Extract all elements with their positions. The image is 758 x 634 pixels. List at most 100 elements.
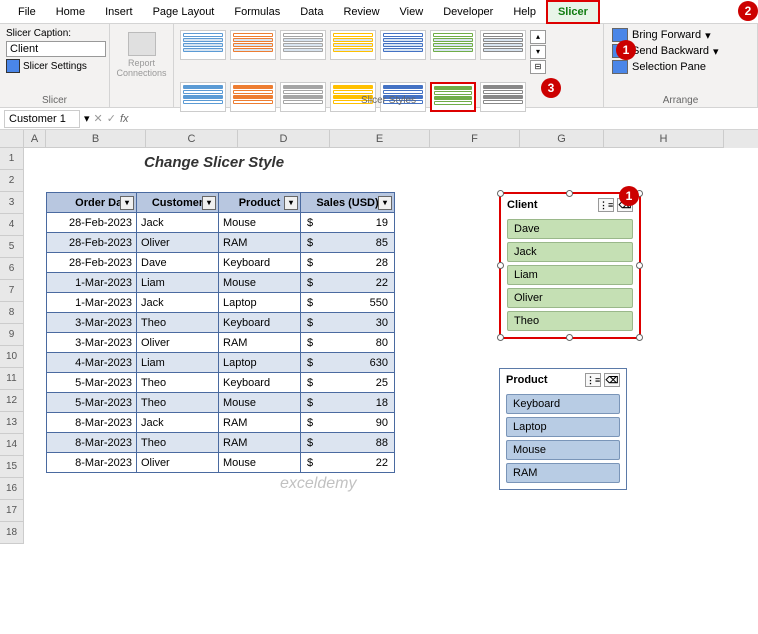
column-header[interactable]: B xyxy=(46,130,146,148)
slicer-style-thumb[interactable] xyxy=(280,30,326,60)
column-header[interactable]: A xyxy=(24,130,46,148)
row-header[interactable]: 17 xyxy=(0,500,24,522)
row-header[interactable]: 13 xyxy=(0,412,24,434)
style-nav-button[interactable]: ⊟ xyxy=(530,60,546,74)
tab-developer[interactable]: Developer xyxy=(433,2,503,22)
tab-view[interactable]: View xyxy=(390,2,434,22)
row-header[interactable]: 1 xyxy=(0,148,24,170)
slicer-style-thumb[interactable] xyxy=(430,30,476,60)
slicer-item[interactable]: Oliver xyxy=(507,288,633,308)
multiselect-icon[interactable]: ⋮≡ xyxy=(598,198,614,212)
formula-input[interactable] xyxy=(133,113,754,125)
row-header[interactable]: 3 xyxy=(0,192,24,214)
row-header[interactable]: 12 xyxy=(0,390,24,412)
slicer-style-thumb[interactable] xyxy=(480,30,526,60)
tab-insert[interactable]: Insert xyxy=(95,2,143,22)
table-row[interactable]: 1-Mar-2023LiamMouse$22 xyxy=(47,273,395,293)
tab-slicer[interactable]: Slicer xyxy=(546,0,600,24)
style-nav-button[interactable]: ▾ xyxy=(530,45,546,59)
selection-pane-button[interactable]: Selection Pane xyxy=(612,60,751,74)
selection-pane-label: Selection Pane xyxy=(632,61,706,73)
bring-forward-button[interactable]: Bring Forward ▾ xyxy=(612,28,751,42)
tab-formulas[interactable]: Formulas xyxy=(224,2,290,22)
dropdown-icon: ▾ xyxy=(713,45,719,58)
slicer-style-thumb[interactable] xyxy=(180,30,226,60)
slicer-settings-label: Slicer Settings xyxy=(23,61,87,72)
slicer-style-thumb[interactable] xyxy=(330,30,376,60)
table-row[interactable]: 8-Mar-2023TheoRAM$88 xyxy=(47,433,395,453)
row-header[interactable]: 10 xyxy=(0,346,24,368)
table-row[interactable]: 3-Mar-2023TheoKeyboard$30 xyxy=(47,313,395,333)
cancel-icon[interactable]: ✕ xyxy=(94,112,103,125)
style-nav-button[interactable]: ▴ xyxy=(530,30,546,44)
slicer-settings-button[interactable]: Slicer Settings xyxy=(6,59,103,73)
slicer-product[interactable]: Product ⋮≡ ⌫ Keyboard Laptop Mouse RAM xyxy=(499,368,627,490)
tab-file[interactable]: File xyxy=(8,2,46,22)
slicer-caption-input[interactable] xyxy=(6,41,106,57)
table-row[interactable]: 3-Mar-2023OliverRAM$80 xyxy=(47,333,395,353)
column-headers: ABCDEFGH xyxy=(0,130,758,148)
slicer-item[interactable]: Laptop xyxy=(506,417,620,437)
slicer-item[interactable]: Liam xyxy=(507,265,633,285)
slicer-client[interactable]: Client ⋮≡ ⌫ DaveJackLiamOliverTheo xyxy=(499,192,641,339)
column-header[interactable]: C xyxy=(146,130,238,148)
slicer-item[interactable]: RAM xyxy=(506,463,620,483)
fx-icon[interactable]: fx xyxy=(120,113,129,125)
row-header[interactable]: 9 xyxy=(0,324,24,346)
table-row[interactable]: 1-Mar-2023JackLaptop$550 xyxy=(47,293,395,313)
select-all-button[interactable] xyxy=(0,130,24,148)
tab-data[interactable]: Data xyxy=(290,2,333,22)
filter-dropdown-icon[interactable]: ▾ xyxy=(120,196,134,210)
slicer-item[interactable]: Mouse xyxy=(506,440,620,460)
table-row[interactable]: 5-Mar-2023TheoMouse$18 xyxy=(47,393,395,413)
row-header[interactable]: 8 xyxy=(0,302,24,324)
column-header[interactable]: E xyxy=(330,130,430,148)
row-header[interactable]: 11 xyxy=(0,368,24,390)
arrange-group: Bring Forward ▾ Send Backward ▾ Selectio… xyxy=(604,24,758,107)
check-icon[interactable]: ✓ xyxy=(107,112,116,125)
row-header[interactable]: 6 xyxy=(0,258,24,280)
table-row[interactable]: 8-Mar-2023OliverMouse$22 xyxy=(47,453,395,473)
badge-1: 1 xyxy=(616,40,636,60)
filter-dropdown-icon[interactable]: ▾ xyxy=(284,196,298,210)
slicer-style-thumb[interactable] xyxy=(230,30,276,60)
row-header[interactable]: 15 xyxy=(0,456,24,478)
slicer-style-thumb[interactable] xyxy=(380,30,426,60)
slicer-product-items: Keyboard Laptop Mouse RAM xyxy=(500,391,626,489)
table-row[interactable]: 28-Feb-2023OliverRAM$85 xyxy=(47,233,395,253)
slicer-item[interactable]: Keyboard xyxy=(506,394,620,414)
slicer-item[interactable]: Theo xyxy=(507,311,633,331)
filter-dropdown-icon[interactable]: ▾ xyxy=(378,196,392,210)
report-connections-button[interactable]: Report Connections xyxy=(116,58,167,78)
slicer-product-title: Product xyxy=(506,374,548,386)
row-header[interactable]: 5 xyxy=(0,236,24,258)
column-header[interactable]: H xyxy=(604,130,724,148)
tab-review[interactable]: Review xyxy=(333,2,389,22)
cells-area[interactable]: Change Slicer Style Order Date▾Customer▾… xyxy=(24,148,758,544)
table-row[interactable]: 28-Feb-2023JackMouse$19 xyxy=(47,213,395,233)
tab-page-layout[interactable]: Page Layout xyxy=(143,2,225,22)
row-header[interactable]: 2 xyxy=(0,170,24,192)
multiselect-icon[interactable]: ⋮≡ xyxy=(585,373,601,387)
table-row[interactable]: 8-Mar-2023JackRAM$90 xyxy=(47,413,395,433)
row-header[interactable]: 7 xyxy=(0,280,24,302)
column-header[interactable]: F xyxy=(430,130,520,148)
spreadsheet: ABCDEFGH 123456789101112131415161718 Cha… xyxy=(0,130,758,544)
slicer-item[interactable]: Jack xyxy=(507,242,633,262)
tab-home[interactable]: Home xyxy=(46,2,95,22)
table-row[interactable]: 5-Mar-2023TheoKeyboard$25 xyxy=(47,373,395,393)
row-header[interactable]: 14 xyxy=(0,434,24,456)
name-box[interactable] xyxy=(4,110,80,128)
slicer-item[interactable]: Dave xyxy=(507,219,633,239)
name-box-dropdown-icon[interactable]: ▾ xyxy=(84,112,90,125)
table-row[interactable]: 4-Mar-2023LiamLaptop$630 xyxy=(47,353,395,373)
column-header[interactable]: G xyxy=(520,130,604,148)
column-header[interactable]: D xyxy=(238,130,330,148)
row-header[interactable]: 18 xyxy=(0,522,24,544)
row-header[interactable]: 4 xyxy=(0,214,24,236)
table-row[interactable]: 28-Feb-2023DaveKeyboard$28 xyxy=(47,253,395,273)
clear-filter-icon[interactable]: ⌫ xyxy=(604,373,620,387)
row-header[interactable]: 16 xyxy=(0,478,24,500)
filter-dropdown-icon[interactable]: ▾ xyxy=(202,196,216,210)
tab-help[interactable]: Help xyxy=(503,2,546,22)
